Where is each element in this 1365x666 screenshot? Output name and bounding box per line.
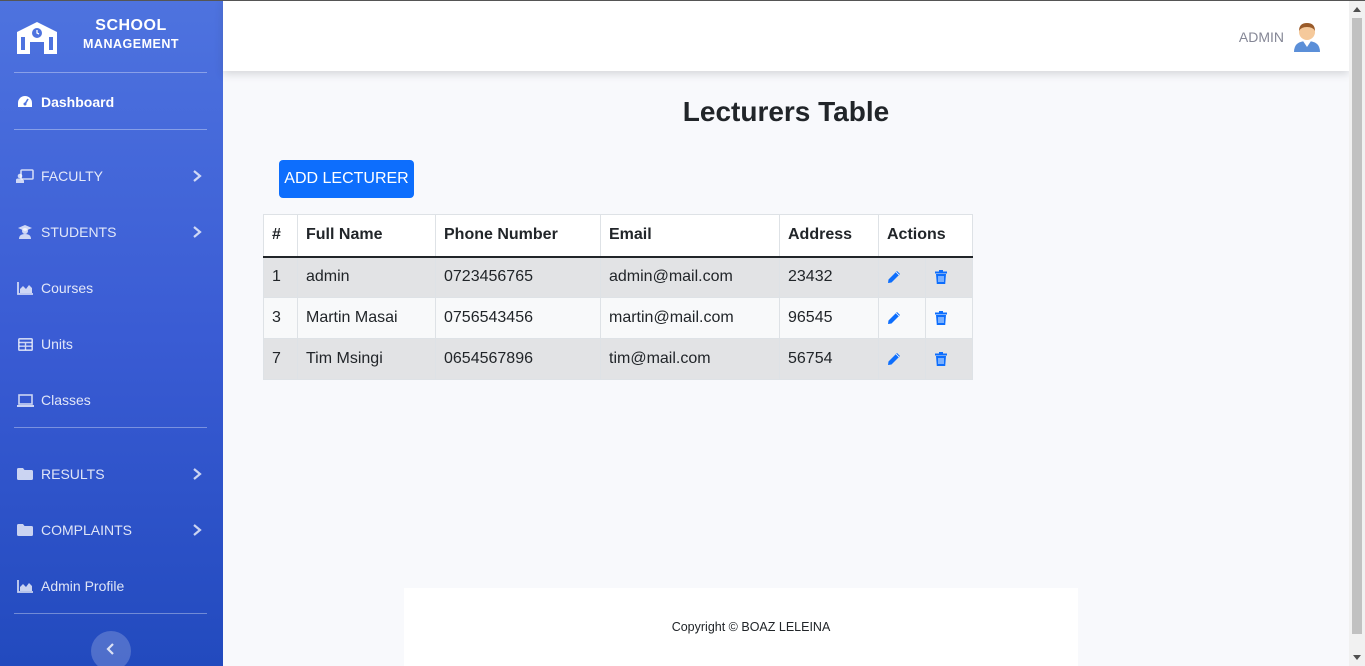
sidebar-item-label: Courses [41, 280, 94, 296]
sidebar-item-units[interactable]: Units [0, 324, 223, 364]
sidebar-divider [14, 427, 207, 428]
brand-name: SCHOOL MANAGEMENT [76, 16, 186, 54]
vertical-scrollbar[interactable] [1349, 1, 1365, 666]
cell-email: martin@mail.com [600, 297, 780, 339]
brand-line-1: SCHOOL [95, 17, 167, 34]
cell-edit [878, 297, 926, 339]
table-row: 1 admin 0723456765 admin@mail.com 23432 [263, 256, 973, 298]
table-row: 7 Tim Msingi 0654567896 tim@mail.com 567… [263, 338, 973, 380]
trash-icon[interactable] [934, 270, 948, 285]
copyright-text: Copyright © BOAZ LELEINA [671, 620, 831, 634]
page-title: Lecturers Table [682, 96, 890, 127]
chalkboard-teacher-icon [16, 169, 34, 183]
sidebar-item-faculty[interactable]: FACULTY [0, 156, 223, 196]
sidebar-item-results[interactable]: RESULTS [0, 454, 223, 494]
pencil-icon[interactable] [887, 270, 901, 284]
sidebar-item-label: FACULTY [41, 168, 103, 184]
sidebar-item-admin-profile[interactable]: Admin Profile [0, 566, 223, 606]
user-name[interactable]: ADMIN [1239, 29, 1284, 45]
cell-address: 96545 [779, 297, 879, 339]
cell-email: admin@mail.com [600, 256, 780, 298]
sidebar-item-students[interactable]: STUDENTS [0, 212, 223, 252]
user-graduate-icon [16, 225, 34, 239]
trash-icon[interactable] [934, 310, 948, 325]
sidebar-item-classes[interactable]: Classes [0, 380, 223, 420]
sidebar-item-label: STUDENTS [41, 224, 117, 240]
cell-full-name: Tim Msingi [297, 338, 436, 380]
cell-delete [925, 338, 973, 380]
school-logo-icon [17, 22, 57, 54]
sidebar-item-label: RESULTS [41, 466, 105, 482]
scroll-up-arrow-icon[interactable] [1353, 7, 1361, 12]
cell-phone: 0723456765 [435, 256, 601, 298]
cell-phone: 0654567896 [435, 338, 601, 380]
chart-area-icon [16, 579, 34, 593]
table-icon [16, 337, 34, 351]
laptop-icon [16, 393, 34, 407]
sidebar-item-label: Units [41, 336, 73, 352]
cell-phone: 0756543456 [435, 297, 601, 339]
column-header-number: # [263, 214, 298, 258]
topbar: ADMIN [223, 1, 1349, 71]
sidebar-item-label: Admin Profile [41, 578, 125, 594]
sidebar-brand[interactable]: SCHOOL MANAGEMENT [0, 0, 223, 72]
scrollbar-thumb[interactable] [1352, 18, 1362, 634]
column-header-address: Address [779, 214, 879, 258]
chevron-left-icon [106, 643, 114, 655]
window-top-border [0, 0, 1365, 1]
add-lecturer-button[interactable]: ADD LECTURER [279, 160, 414, 198]
sidebar-item-complaints[interactable]: COMPLAINTS [0, 510, 223, 550]
cell-edit [878, 338, 926, 380]
column-header-full-name: Full Name [297, 214, 436, 258]
sidebar-divider [14, 129, 207, 130]
cell-full-name: admin [297, 256, 436, 298]
pencil-icon[interactable] [887, 311, 901, 325]
column-header-email: Email [600, 214, 780, 258]
sidebar-item-courses[interactable]: Courses [0, 268, 223, 308]
sidebar-toggle-button[interactable] [91, 631, 131, 666]
column-header-actions: Actions [878, 214, 973, 258]
cell-delete [925, 256, 973, 298]
cell-edit [878, 256, 926, 298]
table-header-row: # Full Name Phone Number Email Address A… [263, 214, 973, 258]
cell-full-name: Martin Masai [297, 297, 436, 339]
lecturers-table: # Full Name Phone Number Email Address A… [263, 214, 973, 380]
tachometer-icon [16, 95, 34, 109]
footer: Copyright © BOAZ LELEINA [404, 588, 1078, 666]
sidebar-divider [14, 72, 207, 73]
cell-address: 56754 [779, 338, 879, 380]
chevron-right-icon [193, 524, 202, 536]
chevron-right-icon [193, 468, 202, 480]
cell-address: 23432 [779, 256, 879, 298]
table-row: 3 Martin Masai 0756543456 martin@mail.co… [263, 297, 973, 339]
trash-icon[interactable] [934, 351, 948, 366]
sidebar-item-label: Dashboard [41, 94, 115, 110]
sidebar-item-label: COMPLAINTS [41, 522, 133, 538]
cell-id: 7 [263, 338, 298, 380]
avatar[interactable] [1291, 20, 1323, 52]
folder-icon [16, 467, 34, 481]
sidebar-item-label: Classes [41, 392, 91, 408]
brand-line-2: MANAGEMENT [83, 37, 179, 51]
chart-area-icon [16, 281, 34, 295]
cell-delete [925, 297, 973, 339]
sidebar: SCHOOL MANAGEMENT Dashboard FACULTY STUD… [0, 0, 223, 666]
cell-id: 3 [263, 297, 298, 339]
sidebar-divider [14, 613, 207, 614]
chevron-right-icon [193, 170, 202, 182]
cell-id: 1 [263, 256, 298, 298]
pencil-icon[interactable] [887, 352, 901, 366]
cell-email: tim@mail.com [600, 338, 780, 380]
scroll-down-arrow-icon[interactable] [1353, 655, 1361, 660]
sidebar-item-dashboard[interactable]: Dashboard [0, 82, 223, 122]
chevron-right-icon [193, 226, 202, 238]
folder-icon [16, 523, 34, 537]
column-header-phone: Phone Number [435, 214, 601, 258]
